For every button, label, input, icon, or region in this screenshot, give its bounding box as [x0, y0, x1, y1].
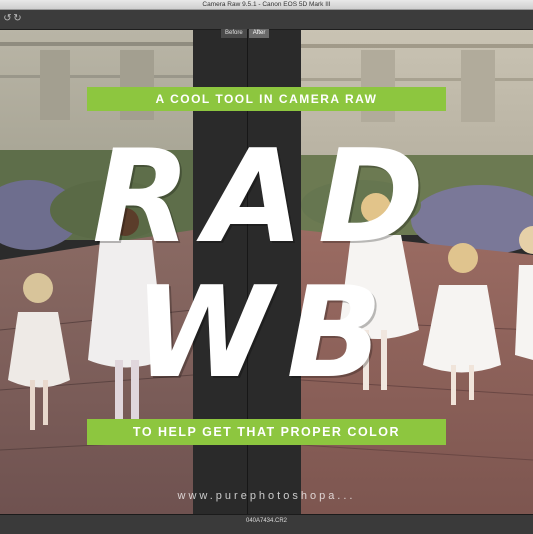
wb-title: WB [133, 259, 397, 406]
statusbar: 040A7434.CR2 [0, 514, 533, 534]
toolbar: ↺ ↻ [0, 10, 533, 30]
window-title: Camera Raw 9.5.1 - Canon EOS 5D Mark III [202, 1, 331, 8]
rotate-cw-icon[interactable]: ↻ [13, 13, 22, 25]
before-after-tabs: Before After [221, 29, 271, 38]
tab-before[interactable]: Before [221, 29, 247, 38]
window-titlebar: Camera Raw 9.5.1 - Canon EOS 5D Mark III [0, 0, 533, 10]
filename-label: 040A7434.CR2 [245, 518, 288, 524]
subheadline-banner: TO HELP GET THAT PROPER COLOR [87, 419, 446, 445]
tab-after[interactable]: After [248, 29, 270, 38]
rad-title: RAD [92, 123, 438, 272]
website-watermark: www.purephotoshopa... [177, 490, 356, 502]
rotate-ccw-icon[interactable]: ↺ [3, 13, 12, 25]
headline-banner: A COOL TOOL IN CAMERA RAW [87, 87, 446, 111]
image-canvas[interactable]: A COOL TOOL IN CAMERA RAW RAD WB TO HELP… [0, 30, 533, 514]
